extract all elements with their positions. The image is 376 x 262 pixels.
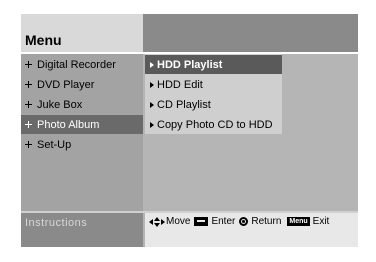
- menu-item-dvd-player[interactable]: DVD Player: [21, 75, 143, 94]
- instructions-label: Instructions: [25, 217, 88, 229]
- exit-hint: Exit: [312, 216, 330, 227]
- submenu-item-hdd-edit[interactable]: HDD Edit: [145, 75, 282, 94]
- menu-item-label: Juke Box: [37, 98, 83, 111]
- submenu-item-label: Copy Photo CD to HDD: [157, 118, 273, 131]
- submenu-item-copy-photo-cd[interactable]: Copy Photo CD to HDD: [145, 115, 282, 134]
- submenu-item-label: CD Playlist: [157, 98, 211, 111]
- submenu-item-hdd-playlist[interactable]: HDD Playlist: [145, 55, 282, 74]
- instructions-bar: Move Enter Return Menu Exit: [145, 213, 358, 247]
- menu-item-set-up[interactable]: Set-Up: [21, 135, 143, 154]
- enter-key-icon: [194, 217, 209, 226]
- arrow-bullet-icon: [150, 121, 154, 128]
- navigation-arrows-icon: [149, 216, 165, 227]
- plus-bullet-icon: [25, 101, 32, 108]
- menu-item-juke-box[interactable]: Juke Box: [21, 95, 143, 114]
- arrow-bullet-icon: [150, 101, 154, 108]
- plus-bullet-icon: [25, 121, 32, 128]
- arrow-bullet-icon: [150, 81, 154, 88]
- menu-item-digital-recorder[interactable]: Digital Recorder: [21, 55, 143, 74]
- title-panel: Menu: [21, 14, 143, 52]
- menu-item-label: Set-Up: [37, 138, 72, 151]
- submenu-item-label: HDD Playlist: [157, 58, 223, 71]
- arrow-bullet-icon: [150, 61, 154, 68]
- submenu: HDD Playlist HDD Edit CD Playlist Copy P…: [145, 54, 282, 134]
- main-menu: Digital Recorder DVD Player Juke Box Pho…: [21, 54, 143, 211]
- plus-bullet-icon: [25, 81, 32, 88]
- enter-hint: Enter: [211, 216, 236, 227]
- instructions-panel: Instructions: [21, 213, 143, 247]
- plus-bullet-icon: [25, 141, 32, 148]
- title-bar-fill: [143, 14, 358, 52]
- menu-title: Menu: [25, 32, 62, 48]
- menu-key-icon: Menu: [287, 217, 310, 226]
- instructions-row: Move Enter Return Menu Exit: [149, 216, 329, 227]
- menu-item-label: Photo Album: [37, 118, 100, 131]
- plus-bullet-icon: [25, 61, 32, 68]
- return-key-icon: [239, 217, 249, 226]
- title-bar: Menu: [21, 14, 358, 52]
- move-hint: Move: [166, 216, 191, 227]
- menu-item-label: DVD Player: [37, 78, 95, 91]
- submenu-item-label: HDD Edit: [157, 78, 203, 91]
- return-hint: Return: [251, 216, 282, 227]
- osd-menu-screen: Menu Digital Recorder DVD Player Juke Bo…: [21, 14, 358, 247]
- menu-item-photo-album[interactable]: Photo Album: [21, 115, 143, 134]
- menu-item-label: Digital Recorder: [37, 58, 116, 71]
- submenu-item-cd-playlist[interactable]: CD Playlist: [145, 95, 282, 114]
